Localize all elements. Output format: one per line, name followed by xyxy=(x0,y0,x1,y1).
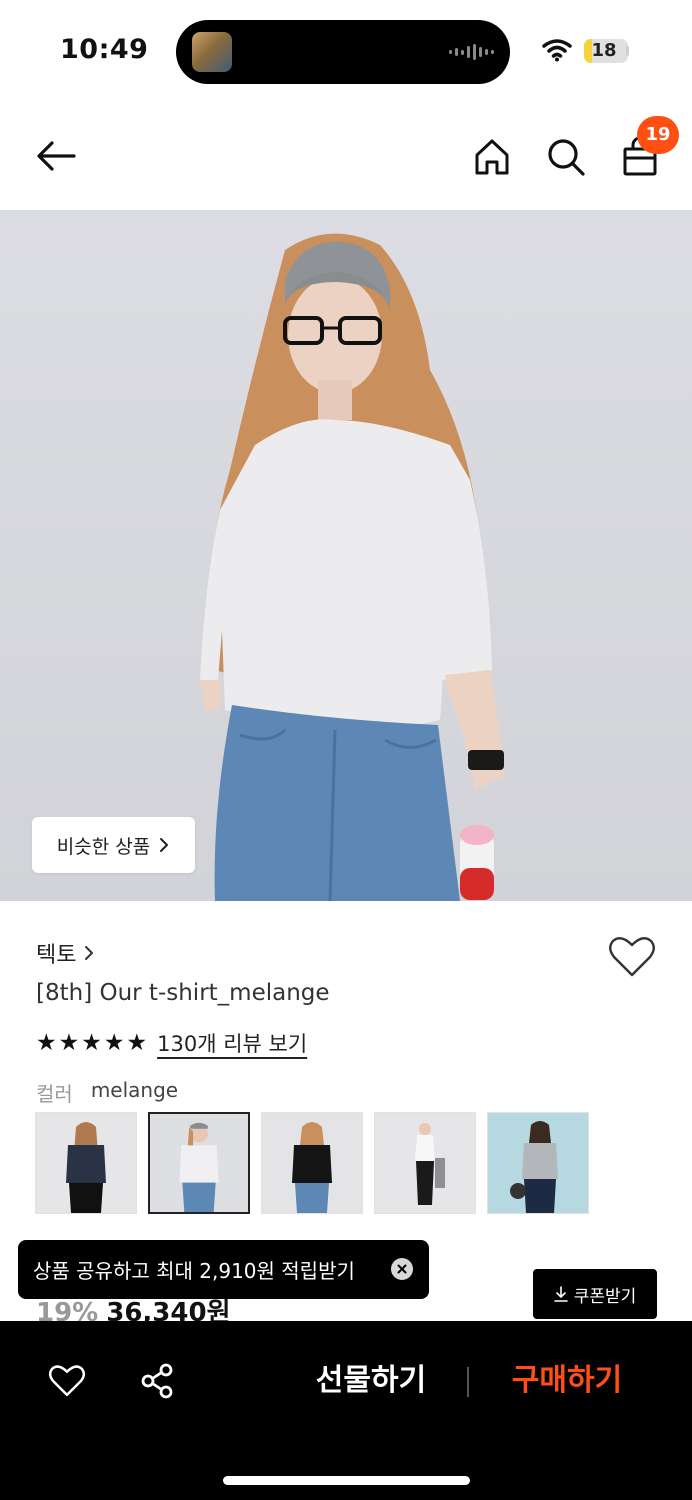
star-icon: ★ xyxy=(58,1030,80,1056)
color-swatch-navy[interactable] xyxy=(35,1112,137,1214)
toast-message: 상품 공유하고 최대 2,910원 적립받기 xyxy=(33,1259,355,1283)
battery-level: 18 xyxy=(591,40,617,61)
dynamic-island[interactable] xyxy=(176,20,510,84)
download-icon xyxy=(553,1286,568,1302)
rating-row: ★ ★ ★ ★ ★ 130개 리뷰 보기 xyxy=(36,1028,307,1058)
get-coupon-button[interactable]: 쿠폰받기 xyxy=(533,1269,657,1319)
product-hero-image[interactable] xyxy=(0,210,692,901)
color-swatch-grey[interactable] xyxy=(487,1112,589,1214)
share-icon xyxy=(141,1363,173,1399)
now-playing-artwork xyxy=(192,32,232,72)
buy-button[interactable]: 구매하기 xyxy=(492,1359,642,1403)
color-swatch-white[interactable] xyxy=(374,1112,476,1214)
audio-waveform-icon xyxy=(449,44,494,60)
status-bar: 10:49 18 xyxy=(0,0,692,100)
action-divider xyxy=(467,1367,469,1397)
star-icon: ★ xyxy=(103,1030,125,1056)
review-link[interactable]: 130개 리뷰 보기 xyxy=(157,1028,307,1058)
search-icon xyxy=(548,139,585,176)
coupon-label: 쿠폰받기 xyxy=(573,1286,637,1307)
brand-name: 텍토 xyxy=(36,943,77,968)
brand-link[interactable]: 텍토 xyxy=(36,937,94,969)
home-indicator[interactable] xyxy=(223,1476,470,1485)
similar-products-label: 비슷한 상품 xyxy=(56,835,151,858)
share-reward-toast[interactable]: 상품 공유하고 최대 2,910원 적립받기 xyxy=(18,1240,429,1299)
swatch-thumbnail xyxy=(292,1122,332,1213)
heart-outline-icon xyxy=(48,1365,86,1397)
wishlist-button[interactable] xyxy=(43,1357,91,1405)
star-rating: ★ ★ ★ ★ ★ xyxy=(36,1029,147,1057)
status-time: 10:49 xyxy=(60,34,149,65)
home-icon xyxy=(475,139,509,175)
similar-products-button[interactable]: 비슷한 상품 xyxy=(32,817,195,873)
app-header xyxy=(0,100,692,210)
color-swatch-melange[interactable] xyxy=(148,1112,250,1214)
gift-button[interactable]: 선물하기 xyxy=(296,1359,446,1403)
arrow-left-icon xyxy=(37,141,76,171)
star-icon: ★ xyxy=(126,1030,148,1056)
wifi-icon xyxy=(542,39,572,62)
color-value: melange xyxy=(90,1078,179,1102)
swatch-thumbnail xyxy=(179,1122,219,1212)
color-row: 컬러 melange xyxy=(36,1078,178,1107)
heart-outline-icon[interactable] xyxy=(608,935,656,979)
product-name: [8th] Our t-shirt_melange xyxy=(36,980,330,1006)
star-icon: ★ xyxy=(36,1030,57,1056)
color-label: 컬러 xyxy=(36,1082,73,1106)
battery-icon: 18 xyxy=(584,39,628,63)
swatch-thumbnail xyxy=(415,1123,445,1205)
color-swatch-black[interactable] xyxy=(261,1112,363,1214)
model-photo xyxy=(200,233,505,901)
battery-nub xyxy=(626,46,629,56)
color-swatches xyxy=(35,1112,589,1214)
share-button[interactable] xyxy=(133,1357,181,1405)
bottom-action-bar: 선물하기 구매하기 xyxy=(0,1321,692,1500)
swatch-thumbnail xyxy=(510,1121,558,1213)
cart-count-badge: 19 xyxy=(637,116,679,154)
close-icon xyxy=(397,1264,407,1274)
search-button[interactable] xyxy=(542,133,590,181)
chevron-right-icon xyxy=(85,946,94,960)
toast-close-button[interactable] xyxy=(391,1258,413,1280)
chevron-right-icon xyxy=(160,838,169,852)
home-button[interactable] xyxy=(468,133,516,181)
swatch-thumbnail xyxy=(66,1122,106,1213)
star-icon: ★ xyxy=(81,1030,102,1056)
back-button[interactable] xyxy=(32,132,80,180)
